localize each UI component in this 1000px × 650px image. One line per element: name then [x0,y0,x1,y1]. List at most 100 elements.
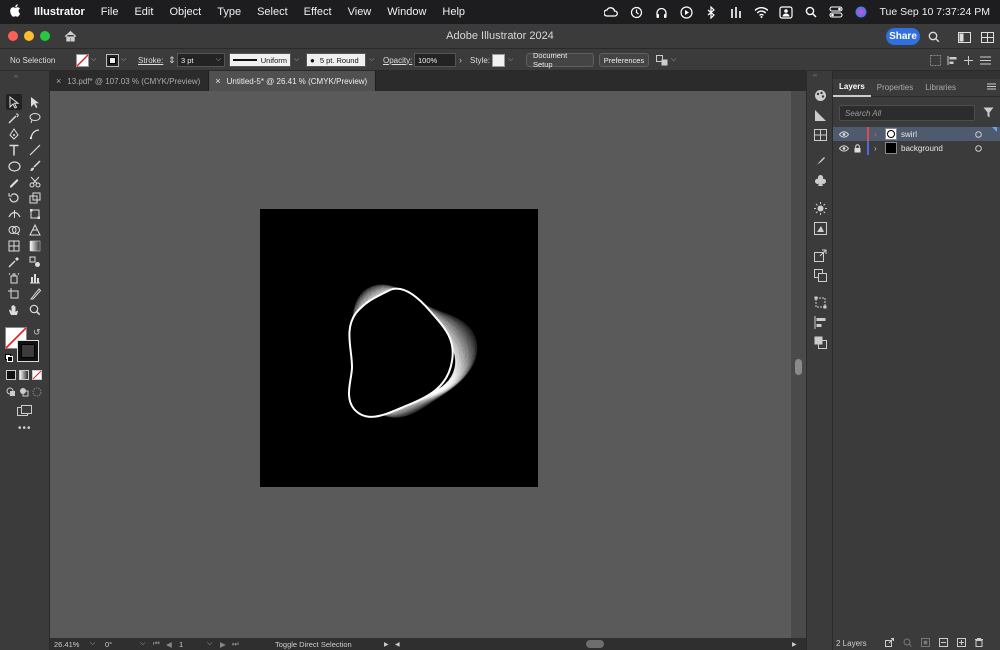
headphones-icon[interactable] [654,5,668,19]
brush-chevron-icon[interactable]: ⌵ [369,49,374,71]
stroke-weight-field[interactable]: 3 pt ⌵ [177,53,225,67]
width-tool-icon[interactable] [6,206,22,222]
create-sublayer-icon[interactable] [939,637,948,649]
rotation-field[interactable]: 0° [105,638,112,650]
tab-libraries[interactable]: Libraries [919,79,962,97]
current-tool-status[interactable]: Toggle Direct Selection [275,638,352,650]
stroke-weight-stepper-icon[interactable]: ⇕ [168,49,176,71]
wifi-icon[interactable] [754,5,769,19]
shaper-tool-icon[interactable] [6,174,22,190]
first-artboard-icon[interactable]: ⏮ [153,638,160,650]
edit-toolbar-more-icon[interactable]: ••• [18,423,32,434]
symbols-icon[interactable] [813,173,827,187]
menu-edit[interactable]: Edit [126,6,161,18]
home-icon[interactable] [62,28,78,44]
perspective-grid-tool-icon[interactable] [27,222,43,238]
zoom-chevron-icon[interactable]: ⌵ [90,638,95,650]
default-fill-stroke-icon[interactable] [5,353,13,365]
none-mode-icon[interactable] [29,367,45,383]
app-menu[interactable]: Illustrator [30,6,93,18]
workspace-switcher-icon[interactable] [956,29,972,45]
layer-name[interactable]: background [901,144,943,153]
tab-untitled-5[interactable]: × Untitled-5* @ 26.41 % (CMYK/Preview) [209,71,377,91]
direct-selection-tool-icon[interactable] [27,94,43,110]
align-icon[interactable] [947,49,958,71]
brushes-icon[interactable] [813,153,827,167]
align-panel-icon[interactable] [813,315,827,329]
tools-panel-grip[interactable]: ›› [14,74,18,80]
last-artboard-icon[interactable]: ⏭ [232,638,239,650]
pen-tool-icon[interactable] [6,126,22,142]
brush-definition-dropdown[interactable]: ● 5 pt. Round [306,53,366,67]
artboard[interactable] [260,209,538,487]
menu-select[interactable]: Select [249,6,296,18]
tab-layers[interactable]: Layers [833,79,871,97]
opacity-field[interactable]: 100% [414,53,456,67]
canvas-area[interactable] [50,91,791,638]
selection-tool-icon[interactable] [6,94,22,110]
opacity-label[interactable]: Opacity: [383,49,412,71]
variable-width-profile-dropdown[interactable]: Uniform [229,53,291,67]
export-icon[interactable] [813,248,827,262]
time-machine-icon[interactable] [629,5,643,19]
menu-object[interactable]: Object [161,6,209,18]
arrange-documents-icon[interactable] [979,29,995,45]
transform-icon[interactable] [813,295,827,309]
free-transform-tool-icon[interactable] [27,206,43,222]
menu-type[interactable]: Type [209,6,249,18]
target-circle-icon[interactable] [975,130,982,138]
menu-window[interactable]: Window [379,6,434,18]
column-graph-tool-icon[interactable] [27,270,43,286]
slice-tool-icon[interactable] [27,286,43,302]
eyedropper-tool-icon[interactable] [6,254,22,270]
artboard-tool-icon[interactable] [6,286,22,302]
fill-dropdown-chevron-icon[interactable]: ⌵ [91,49,96,71]
previous-artboard-icon[interactable]: ◀ [166,638,172,650]
profile-chevron-icon[interactable]: ⌵ [294,49,299,71]
scissors-tool-icon[interactable] [27,174,43,190]
lock-icon[interactable] [854,143,861,153]
expand-chevron-icon[interactable]: › [874,144,877,153]
apple-menu-icon[interactable] [0,4,30,20]
screen-mode-icon[interactable] [16,402,32,418]
filter-icon[interactable] [983,107,994,121]
layer-row-swirl[interactable]: › swirl [833,127,1000,141]
menu-file[interactable]: File [93,6,127,18]
user-switch-icon[interactable] [779,5,794,19]
status-menu-arrow-icon[interactable]: ▶ [384,638,389,650]
asset-export-icon[interactable] [813,268,827,282]
zoom-tool-icon[interactable] [27,302,43,318]
draw-inside-icon[interactable] [29,384,45,400]
ellipse-tool-icon[interactable] [6,158,22,174]
delete-layer-icon[interactable] [975,637,983,649]
control-center-icon[interactable] [829,5,844,19]
rotate-tool-icon[interactable] [6,190,22,206]
share-button[interactable]: Share [886,28,920,45]
color-guide-icon[interactable] [813,88,827,102]
curvature-tool-icon[interactable] [27,126,43,142]
layer-name[interactable]: swirl [901,130,917,139]
next-artboard-icon[interactable]: ▶ [220,638,226,650]
expand-chevron-icon[interactable]: › [874,130,877,139]
close-window-button[interactable] [8,31,18,41]
zoom-window-button[interactable] [40,31,50,41]
minimize-window-button[interactable] [24,31,34,41]
horizontal-scrollbar-thumb[interactable] [586,640,604,648]
control-bar-menu-icon[interactable] [980,49,991,71]
stroke-dropdown-chevron-icon[interactable]: ⌵ [121,49,126,71]
line-segment-tool-icon[interactable] [27,142,43,158]
close-tab-icon[interactable]: × [56,76,61,86]
stroke-label[interactable]: Stroke: [138,49,163,71]
stroke-color-box[interactable] [17,340,39,362]
export-selection-icon[interactable] [885,637,894,649]
layers-search-input[interactable]: Search All [839,105,975,121]
pathfinder-icon[interactable] [813,335,827,349]
graphic-styles-icon[interactable] [813,221,827,235]
scale-tool-icon[interactable] [27,190,43,206]
layer-row-background[interactable]: › background [833,141,1000,155]
style-chevron-icon[interactable]: ⌵ [508,49,513,71]
transform-reference-icon[interactable] [930,49,941,71]
paintbrush-tool-icon[interactable] [27,158,43,174]
creative-cloud-icon[interactable] [604,5,619,19]
scrollbar-thumb[interactable] [795,359,802,375]
